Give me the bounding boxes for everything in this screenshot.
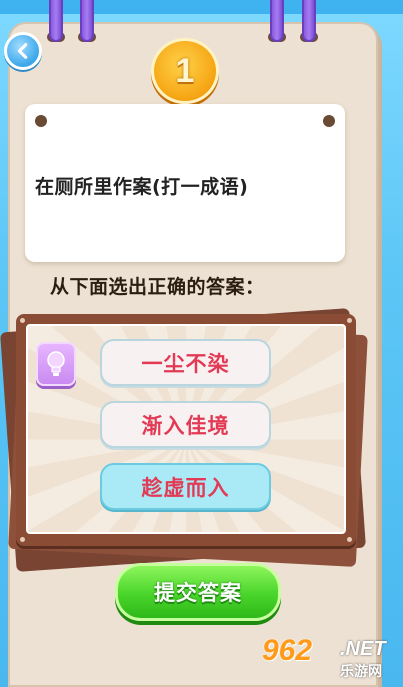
watermark-suffix: .NET — [340, 638, 386, 660]
watermark-site: 乐游网 — [340, 664, 382, 680]
instruction-text: 从下面选出正确的答案： — [50, 276, 265, 298]
nail-icon — [347, 318, 352, 323]
binder-ring-icon — [80, 0, 94, 42]
answer-option-1[interactable]: 一尘不染 — [100, 339, 271, 386]
watermark-number: 962 — [262, 634, 313, 667]
lightbulb-icon — [47, 351, 65, 376]
answer-option-3[interactable]: 趁虚而入 — [100, 463, 271, 510]
pin-icon — [323, 115, 335, 127]
binder-ring-icon — [302, 0, 316, 42]
binder-ring-icon — [49, 0, 63, 42]
level-badge: 1 — [151, 38, 219, 104]
hint-button[interactable] — [36, 342, 76, 386]
submit-answer-button[interactable]: 提交答案 — [115, 563, 281, 621]
question-text: 在厕所里作案(打一成语) — [35, 176, 249, 198]
pin-icon — [35, 115, 47, 127]
nail-icon — [347, 537, 352, 542]
site-watermark: 962 .NET 乐游网 — [262, 634, 402, 684]
back-button[interactable] — [4, 32, 42, 70]
nail-icon — [20, 537, 25, 542]
back-arrow-icon — [17, 43, 28, 59]
level-number: 1 — [175, 51, 195, 90]
nail-icon — [20, 318, 25, 323]
answer-option-2[interactable]: 渐入佳境 — [100, 401, 271, 448]
question-card: 在厕所里作案(打一成语) — [25, 104, 345, 262]
binder-ring-icon — [270, 0, 284, 42]
